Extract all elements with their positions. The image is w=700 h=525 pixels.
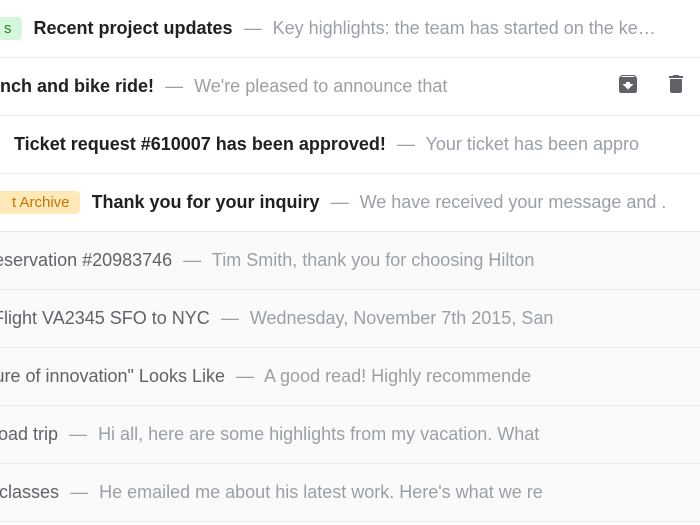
separator: — — [221, 308, 239, 328]
email-preview: Hi all, here are some highlights from my… — [98, 424, 539, 444]
email-row[interactable]: hat "the future of innovation" Looks Lik… — [0, 348, 700, 406]
category-label[interactable]: t Archive — [0, 191, 80, 214]
email-summary: s from my road trip — Hi all, here are s… — [0, 424, 692, 445]
email-row[interactable]: Ticket request #610007 has been approved… — [0, 116, 700, 174]
email-preview: Your ticket has been appro — [426, 134, 640, 154]
separator: — — [244, 18, 262, 38]
delete-icon[interactable] — [664, 72, 688, 101]
email-row[interactable]: pcoming Reservation #20983746 — Tim Smit… — [0, 232, 700, 290]
email-summary: Ticket request #610007 has been approved… — [14, 134, 692, 155]
email-summary: mation for Flight VA2345 SFO to NYC — We… — [0, 308, 692, 329]
email-row[interactable]: s from my road trip — Hi all, here are s… — [0, 406, 700, 464]
email-subject: mation for Flight VA2345 SFO to NYC — [0, 308, 210, 328]
email-preview: He emailed me about his latest work. Her… — [99, 482, 543, 502]
email-summary: Thank you for your inquiry — We have rec… — [92, 192, 692, 213]
separator: — — [70, 482, 88, 502]
row-actions — [586, 58, 688, 115]
email-preview: Wednesday, November 7th 2015, San — [250, 308, 554, 328]
email-subject: Thank you for your inquiry — [92, 192, 320, 212]
email-subject: ct Strategy classes — [0, 482, 59, 502]
email-list: s Recent project updates — Key highlight… — [0, 0, 700, 522]
email-summary: ct Strategy classes — He emailed me abou… — [0, 482, 692, 503]
email-subject: s from my road trip — [0, 424, 58, 444]
separator: — — [331, 192, 349, 212]
email-subject: Ticket request #610007 has been approved… — [14, 134, 386, 154]
email-subject: Recent project updates — [34, 18, 233, 38]
email-preview: Key highlights: the team has started on … — [273, 18, 656, 38]
separator: — — [69, 424, 87, 444]
email-preview: We're pleased to announce that — [194, 76, 447, 96]
email-subject: hat "the future of innovation" Looks Lik… — [0, 366, 225, 386]
separator: — — [183, 250, 201, 270]
separator: — — [236, 366, 254, 386]
email-row[interactable]: t Archive Thank you for your inquiry — W… — [0, 174, 700, 232]
email-subject: for team lunch and bike ride! — [0, 76, 154, 96]
separator: — — [397, 134, 415, 154]
email-row[interactable]: s Recent project updates — Key highlight… — [0, 0, 700, 58]
email-row[interactable]: ct Strategy classes — He emailed me abou… — [0, 464, 700, 522]
email-preview: We have received your message and . — [360, 192, 667, 212]
email-subject: pcoming Reservation #20983746 — [0, 250, 172, 270]
email-preview: Tim Smith, thank you for choosing Hilton — [212, 250, 534, 270]
email-preview: A good read! Highly recommende — [264, 366, 531, 386]
email-summary: pcoming Reservation #20983746 — Tim Smit… — [0, 250, 692, 271]
email-summary: hat "the future of innovation" Looks Lik… — [0, 366, 692, 387]
archive-icon[interactable] — [616, 72, 640, 101]
email-row[interactable]: mation for Flight VA2345 SFO to NYC — We… — [0, 290, 700, 348]
category-label[interactable]: s — [0, 17, 22, 40]
email-row[interactable]: for team lunch and bike ride! — We're pl… — [0, 58, 700, 116]
separator: — — [165, 76, 183, 96]
email-summary: Recent project updates — Key highlights:… — [34, 18, 693, 39]
